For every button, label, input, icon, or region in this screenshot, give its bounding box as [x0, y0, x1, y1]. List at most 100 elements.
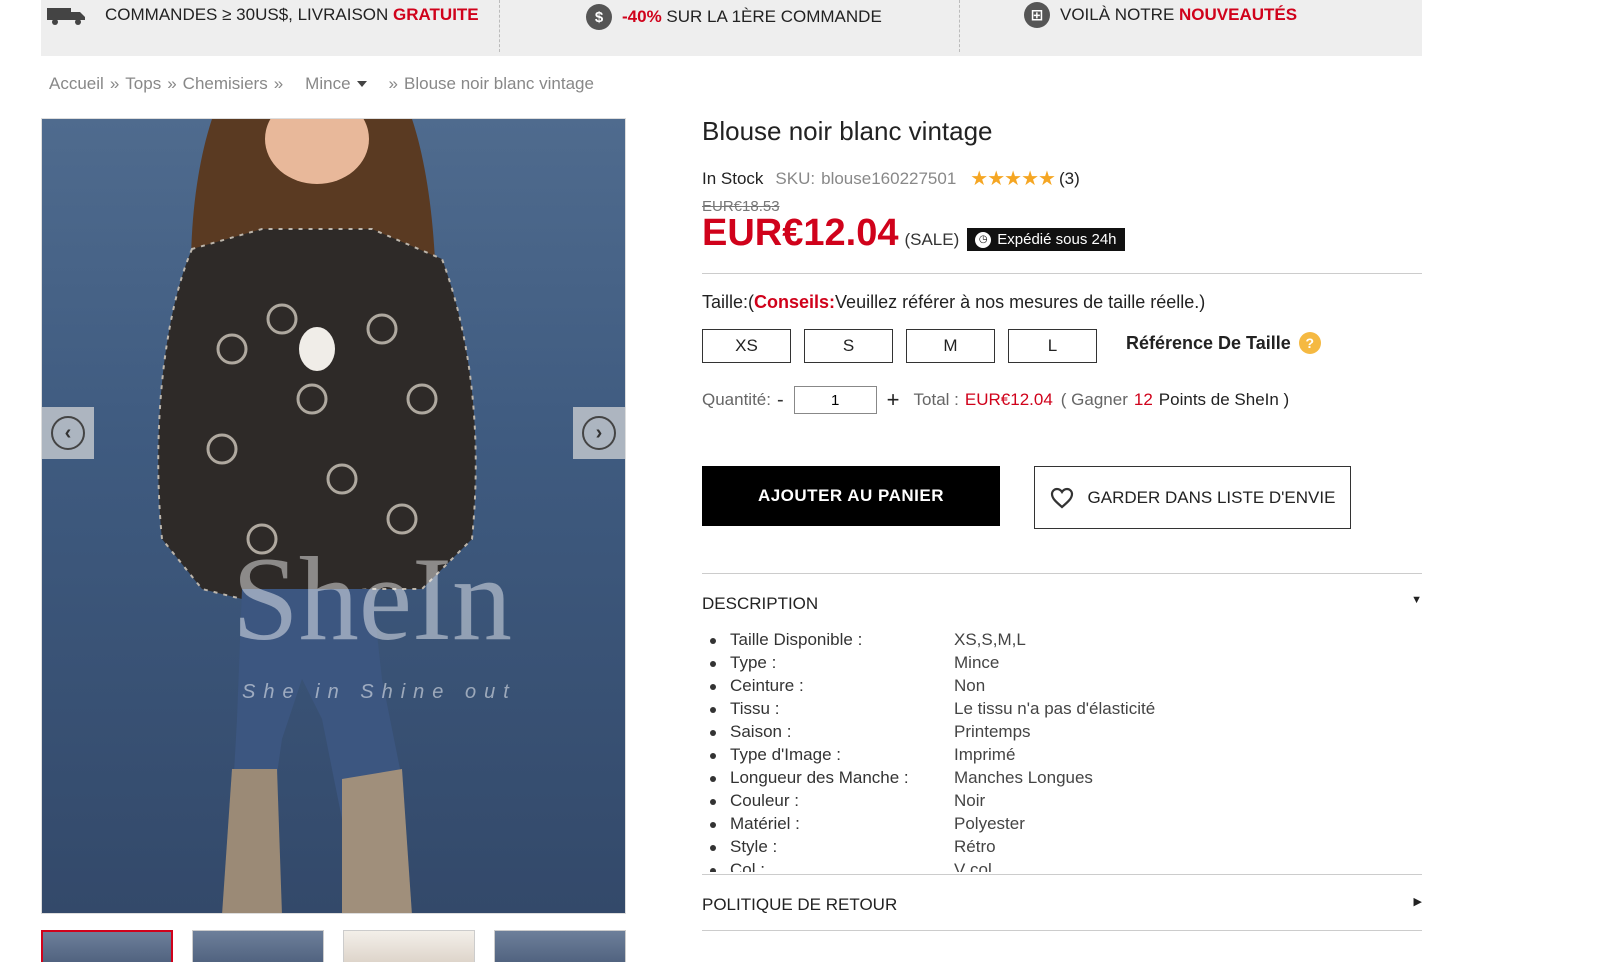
- promo-new-arrivals[interactable]: ⊞ VOILÀ NOTRE NOUVEAUTÉS: [1024, 0, 1297, 30]
- description-header[interactable]: DESCRIPTION ▼: [702, 594, 1422, 614]
- size-reference-label: Référence De Taille: [1126, 332, 1291, 353]
- chevron-left-icon: ‹: [51, 416, 85, 450]
- quantity-decrease-button[interactable]: -: [777, 389, 784, 412]
- points-close: Points de SheIn ): [1158, 390, 1290, 409]
- watermark-tagline: She in Shine out: [242, 681, 517, 703]
- size-option-m[interactable]: M: [906, 329, 995, 363]
- breadcrumb-separator: »: [109, 74, 120, 93]
- attribute-value: Mince: [954, 653, 1000, 672]
- expand-triangle-icon[interactable]: ▶: [1414, 895, 1422, 908]
- size-tip-label: Conseils:: [754, 292, 836, 312]
- attribute-name: Type d'Image :: [730, 745, 841, 764]
- next-image-button[interactable]: ›: [573, 407, 625, 459]
- attribute-value: Noir: [954, 791, 986, 810]
- breadcrumb-separator: »: [388, 74, 398, 93]
- promo-discount[interactable]: $ -40% SUR LA 1ÈRE COMMANDE: [586, 2, 882, 32]
- thumbnail-4[interactable]: [494, 930, 626, 962]
- watermark-logo: SheIn: [232, 532, 512, 665]
- thumbnail-3[interactable]: [343, 930, 475, 962]
- total-label: Total :: [913, 390, 959, 409]
- list-item: Couleur : Noir: [710, 791, 1410, 814]
- breadcrumb-current: Blouse noir blanc vintage: [404, 74, 594, 93]
- attribute-value: Printemps: [954, 722, 1031, 741]
- caret-down-icon[interactable]: [356, 81, 367, 87]
- product-image[interactable]: SheIn She in Shine out ‹ ›: [41, 118, 626, 914]
- description-list: Taille Disponible : XS,S,M,L Type : Mince …: [710, 630, 1410, 872]
- attribute-name: Col :: [730, 860, 765, 872]
- attribute-value: V col: [954, 860, 992, 872]
- return-policy-header[interactable]: POLITIQUE DE RETOUR ▶: [702, 895, 1422, 915]
- divider: [702, 874, 1422, 875]
- dollar-icon: $: [586, 4, 612, 30]
- attribute-value: XS,S,M,L: [954, 630, 1026, 649]
- size-option-s[interactable]: S: [804, 329, 893, 363]
- promo-divider: [959, 0, 960, 52]
- help-icon[interactable]: ?: [1298, 332, 1321, 354]
- promo-new-arrivals-highlight: NOUVEAUTÉS: [1179, 5, 1298, 24]
- divider: [702, 273, 1422, 274]
- list-item: Longueur des Manche : Manches Longues: [710, 768, 1410, 791]
- list-item: Taille Disponible : XS,S,M,L: [710, 630, 1410, 653]
- add-to-cart-button[interactable]: AJOUTER AU PANIER: [702, 466, 1000, 526]
- thumbnail-2[interactable]: [192, 930, 324, 962]
- attribute-value: Polyester: [954, 814, 1025, 833]
- rating-stars-icon[interactable]: ★★★★★: [970, 166, 1056, 191]
- sku-label: SKU:: [775, 168, 816, 188]
- promo-divider: [499, 0, 500, 52]
- sku-value: blouse160227501: [821, 168, 957, 188]
- quantity-increase-button[interactable]: +: [887, 387, 900, 413]
- shipping-badge: ◷ Expédié sous 24h: [967, 228, 1125, 251]
- thumbnail-1[interactable]: [41, 930, 173, 962]
- heart-icon: [1050, 487, 1073, 508]
- promo-free-shipping[interactable]: COMMANDES ≥ 30US$, LIVRAISON GRATUITE: [47, 0, 479, 30]
- breadcrumb-chemisiers[interactable]: Chemisiers: [183, 74, 268, 94]
- size-tip-text: Veuillez référer à nos mesures de taille…: [835, 292, 1206, 312]
- model-photo: [157, 119, 477, 913]
- shipping-badge-text: Expédié sous 24h: [997, 231, 1117, 248]
- clock-icon: ◷: [975, 231, 992, 248]
- truck-icon: [47, 8, 85, 25]
- promo-new-arrivals-text: VOILÀ NOTRE: [1060, 5, 1180, 24]
- promo-free-shipping-highlight: GRATUITE: [393, 5, 479, 24]
- list-item: Type : Mince: [710, 653, 1410, 676]
- collapse-triangle-icon[interactable]: ▼: [1411, 594, 1422, 606]
- product-details: Blouse noir blanc vintage In Stock SKU: …: [702, 116, 1422, 931]
- attribute-value: Non: [954, 676, 986, 695]
- promo-free-shipping-text: COMMANDES ≥ 30US$, LIVRAISON: [105, 5, 394, 24]
- list-item: Col : V col: [710, 860, 1410, 872]
- size-option-l[interactable]: L: [1008, 329, 1097, 363]
- attribute-name: Saison :: [730, 722, 792, 741]
- wishlist-label: GARDER DANS LISTE D'ENVIE: [1087, 487, 1336, 507]
- stock-status: In Stock: [702, 168, 764, 188]
- size-option-xs[interactable]: XS: [702, 329, 791, 363]
- product-meta: In Stock SKU: blouse160227501 ★★★★★ (3): [702, 166, 1080, 191]
- promo-bar: COMMANDES ≥ 30US$, LIVRAISON GRATUITE $ …: [41, 0, 1422, 56]
- list-item: Style : Rétro: [710, 837, 1410, 860]
- breadcrumb-mince-dropdown[interactable]: Mince: [305, 74, 350, 94]
- attribute-value: Manches Longues: [954, 768, 1093, 787]
- attribute-value: Rétro: [954, 837, 996, 856]
- list-item: Matériel : Polyester: [710, 814, 1410, 837]
- breadcrumb-home[interactable]: Accueil: [49, 74, 104, 94]
- rating-count[interactable]: (3): [1059, 169, 1080, 189]
- attribute-name: Longueur des Manche :: [730, 768, 909, 787]
- size-label-text: Taille:(: [702, 292, 755, 312]
- quantity-label: Quantité:: [702, 390, 771, 409]
- quantity-input[interactable]: [793, 386, 877, 414]
- quantity-row: Quantité: - + Total : EUR€12.04 ( Gagner…: [702, 386, 1289, 414]
- sale-price: EUR€12.04: [702, 212, 899, 254]
- breadcrumb-tops[interactable]: Tops: [125, 74, 161, 94]
- list-item: Type d'Image : Imprimé: [710, 745, 1410, 768]
- description-heading: DESCRIPTION: [702, 594, 819, 613]
- attribute-name: Taille Disponible :: [730, 630, 863, 649]
- chevron-right-icon: ›: [582, 416, 616, 450]
- points-value: 12: [1133, 390, 1153, 409]
- price-row: EUR€12.04 (SALE) ◷ Expédié sous 24h: [702, 214, 1125, 252]
- grid-icon: ⊞: [1024, 2, 1050, 28]
- list-item: Ceinture : Non: [710, 676, 1410, 699]
- list-item: Tissu : Le tissu n'a pas d'élasticité: [710, 699, 1410, 722]
- previous-image-button[interactable]: ‹: [42, 407, 94, 459]
- add-to-wishlist-button[interactable]: GARDER DANS LISTE D'ENVIE: [1034, 466, 1351, 529]
- product-title: Blouse noir blanc vintage: [702, 116, 993, 146]
- size-reference-link[interactable]: Référence De Taille ?: [1126, 332, 1321, 354]
